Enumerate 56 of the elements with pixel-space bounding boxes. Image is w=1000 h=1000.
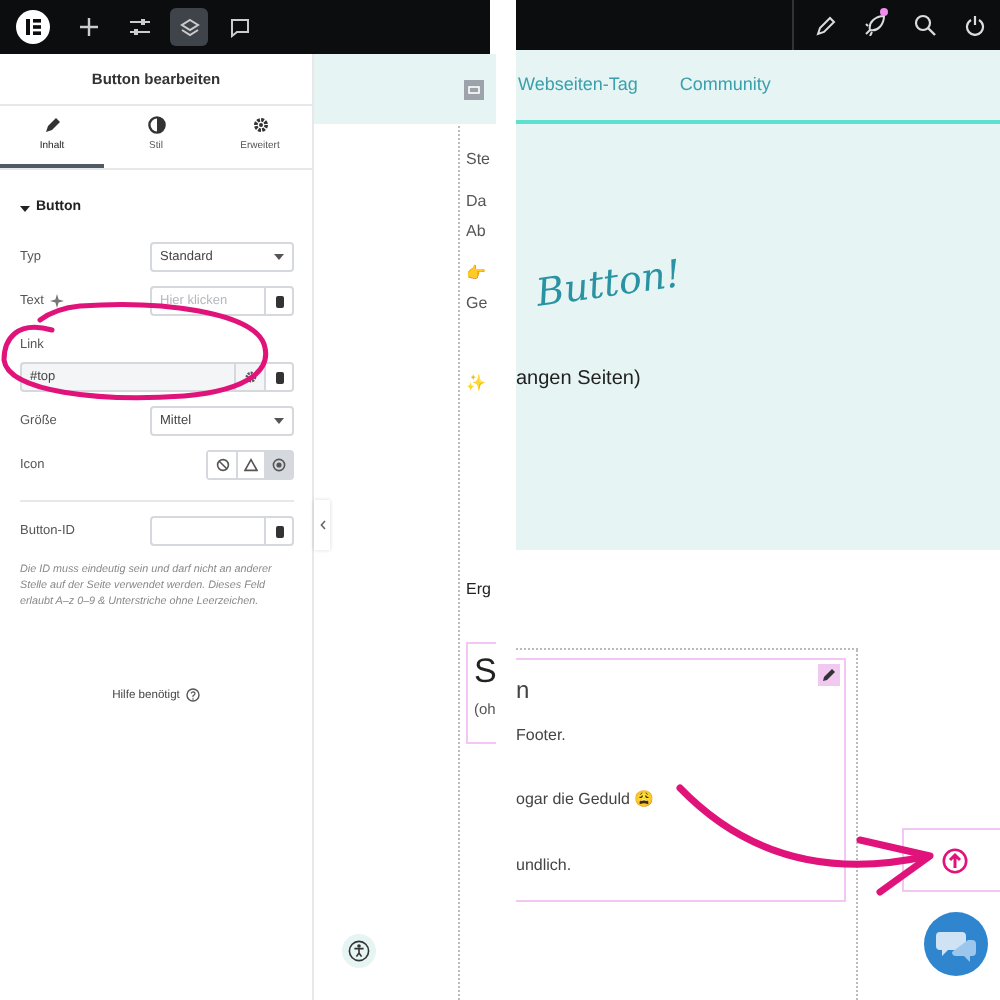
arrow-up-circle-icon	[942, 847, 968, 873]
gear-icon	[251, 115, 269, 134]
pencil-icon	[814, 14, 836, 36]
accessibility-button[interactable]	[342, 934, 376, 968]
text-line: Footer.	[516, 724, 568, 748]
database-icon	[273, 369, 285, 385]
dynamic-tags-button[interactable]	[264, 286, 294, 316]
contrast-icon	[147, 115, 165, 134]
dot-circle-icon	[272, 458, 286, 472]
heading: n	[516, 674, 530, 708]
text-line: Ste	[466, 148, 493, 172]
database-icon	[273, 293, 285, 309]
help-icon	[185, 688, 200, 703]
comment-icon	[229, 17, 249, 37]
dynamic-tags-button[interactable]	[264, 362, 294, 392]
script-heading: Button!	[532, 250, 685, 320]
none-icon	[215, 458, 229, 472]
triangle-icon	[244, 458, 258, 472]
chat-button[interactable]	[924, 912, 988, 976]
toolbar-button[interactable]	[170, 8, 208, 46]
logo-icon[interactable]	[16, 10, 50, 44]
caret-icon	[20, 203, 30, 214]
chat-icon	[936, 927, 976, 961]
text-line: Erg	[466, 578, 493, 602]
text-line: Da	[466, 190, 489, 214]
dynamic-tags-button[interactable]	[264, 516, 294, 546]
accessibility-icon	[348, 940, 370, 962]
caret-icon	[274, 254, 284, 260]
text-field[interactable]	[150, 516, 264, 546]
sliders-icon	[129, 18, 149, 36]
text-line: 👉	[466, 262, 488, 286]
widget-icon	[464, 79, 484, 99]
text-line: Ge	[466, 292, 490, 316]
rocket-icon	[864, 14, 886, 36]
caret-icon	[274, 418, 284, 424]
scroll-top-button[interactable]	[902, 828, 1000, 892]
pencil-icon	[822, 668, 836, 682]
text-line: ogar die Geduld 😩	[516, 788, 657, 812]
search-icon	[914, 14, 936, 36]
database-icon	[273, 523, 285, 539]
edit-button[interactable]	[818, 664, 840, 686]
chevron-left-icon	[319, 520, 325, 530]
text-line: ✨	[466, 372, 488, 396]
text-line: Ab	[466, 220, 488, 244]
text-line: undlich.	[516, 854, 574, 878]
layers-icon	[179, 17, 199, 37]
icon-option[interactable]	[208, 452, 236, 478]
subheading: angen Seiten)	[516, 365, 643, 393]
add-icon	[80, 18, 98, 36]
heading: S	[474, 652, 497, 693]
power-icon	[964, 14, 986, 36]
gear-icon	[243, 370, 257, 384]
icon-option[interactable]	[264, 452, 292, 478]
icon-option[interactable]	[236, 452, 264, 478]
pencil-icon	[43, 115, 61, 134]
collapse-handle[interactable]	[314, 500, 330, 550]
